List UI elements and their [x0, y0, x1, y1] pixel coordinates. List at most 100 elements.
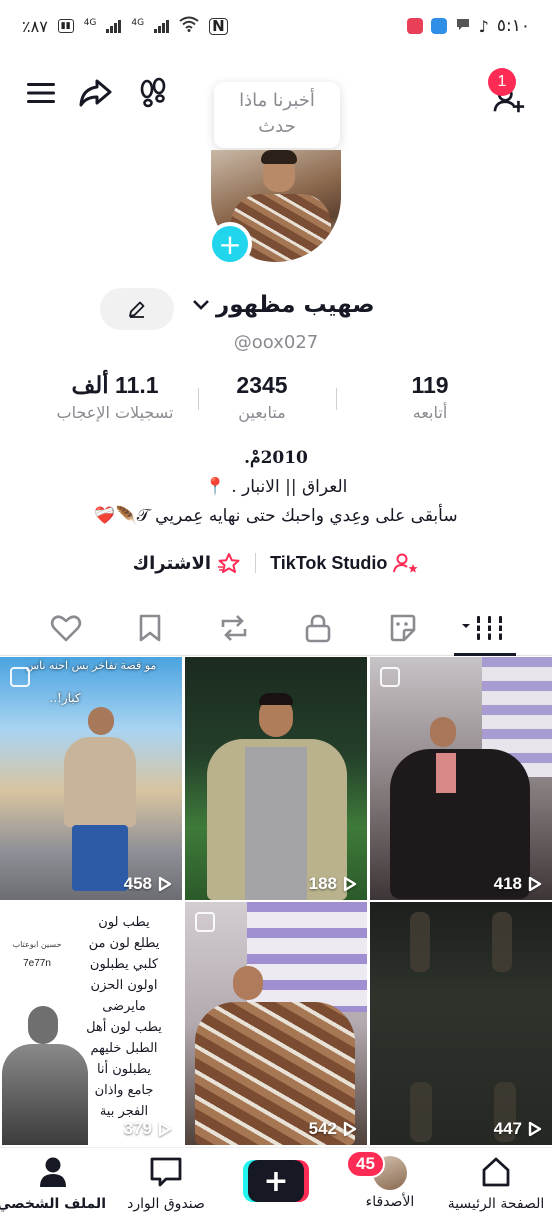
stats-row: 11.1 ألف تسجيلات الإعجاب 2345 متابعين 11…: [0, 372, 552, 428]
video-grid: 418 188 مو قصة تفاخر بس احنه ناس كبار!..…: [0, 657, 552, 1147]
play-icon: [158, 876, 172, 892]
chat-bubble-icon: [455, 16, 471, 36]
video-thumbnail[interactable]: 542: [185, 902, 367, 1145]
view-count: 447: [494, 1119, 542, 1139]
video-thumbnail[interactable]: يطب لون يطلع لون من كلبي يطبلون اولون ال…: [0, 902, 182, 1145]
person-hair: [259, 693, 293, 705]
poem-line: اولون الحزن: [90, 978, 158, 993]
profile-icon: [40, 1157, 66, 1187]
stat-followers[interactable]: 2345 متابعين: [212, 372, 312, 422]
person-head: [88, 707, 114, 735]
status-bar: ٪٨٧ ▮▮ 4G 4G N ♪ ٥:١٠: [0, 0, 552, 52]
video-thumbnail[interactable]: 418: [370, 657, 552, 900]
stat-following[interactable]: 119 أتابعه: [384, 372, 476, 422]
create-button[interactable]: +: [243, 1160, 309, 1202]
friends-badge: 45: [346, 1150, 385, 1178]
battery-level: ٪٨٧: [22, 16, 48, 36]
bio-line-3: سأبقى على وعِدي واحبك حتى نهايه عِمريي 𝒯…: [94, 506, 458, 526]
grid-icon: [462, 616, 505, 640]
play-icon: [528, 876, 542, 892]
person-shirt: [436, 753, 456, 793]
tab-liked[interactable]: [46, 608, 86, 648]
poem-line: يطب لون أهل: [86, 1020, 162, 1035]
play-icon: [158, 1121, 172, 1137]
active-tab-indicator: [454, 653, 516, 656]
subscribe-label: الاشتراك: [132, 552, 212, 574]
tab-saved[interactable]: [130, 608, 170, 648]
network-label-2: 4G: [131, 18, 145, 28]
view-count-text: 447: [493, 1119, 522, 1138]
person-silhouette: [410, 912, 430, 972]
view-count-text: 188: [308, 874, 337, 893]
poem-line: يطب لون: [98, 915, 150, 930]
nav-profile[interactable]: الملف الشخصي: [0, 1156, 106, 1212]
notification-badge: 1: [488, 68, 516, 96]
person-head: [28, 1006, 58, 1044]
plus-icon: +: [248, 1160, 304, 1202]
bio-line-1: 2010مْ.: [244, 448, 308, 468]
pinned-icon: [380, 667, 400, 687]
followers-label: متابعين: [238, 403, 286, 422]
status-right: ♪ ٥:١٠: [406, 16, 530, 36]
video-tag-name: حسين ابوعتاب: [12, 940, 62, 949]
status-left: ٪٨٧ ▮▮ 4G 4G N: [22, 16, 228, 36]
notification-app-icon: [406, 18, 423, 34]
tiktok-studio-label: TikTok Studio: [270, 552, 388, 573]
whats-happening-tooltip[interactable]: أخبرنا ماذا حدث: [214, 82, 340, 148]
poem-line: مايرضى: [102, 999, 146, 1014]
tooltip-line-2: حدث: [258, 116, 296, 137]
view-count-text: 379: [123, 1119, 152, 1138]
pinned-icon: [195, 912, 215, 932]
video-thumbnail[interactable]: مو قصة تفاخر بس احنه ناس كبار!.. 458: [0, 657, 182, 900]
chevron-down-icon: [193, 300, 209, 310]
following-count: 119: [411, 372, 449, 398]
nav-inbox[interactable]: صندوق الوارد: [114, 1156, 218, 1212]
lock-icon: [305, 614, 331, 643]
subscribe-link[interactable]: الاشتراك: [133, 552, 242, 574]
poem-line: جامع واذان: [94, 1083, 154, 1098]
tab-private[interactable]: [298, 608, 338, 648]
tab-stickers[interactable]: [382, 608, 422, 648]
share-icon[interactable]: [78, 76, 112, 110]
person-body: [2, 1044, 88, 1145]
nav-home[interactable]: الصفحة الرئيسية: [440, 1156, 552, 1212]
wifi-icon: [179, 16, 199, 36]
poem-line: الطبل خليهم: [90, 1041, 158, 1056]
tab-reposts[interactable]: [214, 608, 254, 648]
star-icon: [218, 553, 240, 573]
tooltip-line-1: أخبرنا ماذا: [239, 90, 315, 111]
username: @oox027: [233, 332, 319, 353]
view-count-text: 418: [493, 874, 522, 893]
poem-line: كلبي يطبلون: [89, 957, 159, 972]
video-thumbnail[interactable]: 447: [370, 902, 552, 1145]
view-count: 418: [494, 874, 542, 894]
nav-home-label: الصفحة الرئيسية: [447, 1196, 545, 1212]
heart-icon: [50, 615, 82, 642]
edit-profile-button[interactable]: [100, 288, 174, 330]
video-tag-handle: 7e77n: [23, 958, 51, 969]
signal-icon: [106, 19, 122, 33]
person-jeans: [72, 825, 128, 891]
nav-profile-label: الملف الشخصي: [0, 1196, 106, 1212]
signal-icon: [154, 19, 170, 33]
add-story-button[interactable]: +: [208, 222, 252, 266]
display-name-text: صهيب مظهور: [216, 292, 375, 318]
footprints-icon[interactable]: [136, 76, 170, 110]
stat-divider: [336, 388, 337, 410]
nav-friends-label: الأصدقاء: [365, 1194, 415, 1210]
play-icon: [528, 1121, 542, 1137]
repost-icon: [221, 615, 247, 641]
profile-header: أخبرنا ماذا حدث 1: [0, 62, 552, 148]
menu-icon[interactable]: [24, 76, 58, 110]
following-label: أتابعه: [412, 403, 448, 422]
person-silhouette: [410, 1082, 432, 1142]
video-thumbnail[interactable]: 188: [185, 657, 367, 900]
person-shirt: [245, 747, 307, 900]
tab-videos[interactable]: [456, 608, 514, 648]
display-name[interactable]: صهيب مظهور: [192, 292, 375, 318]
tiktok-studio-link[interactable]: TikTok Studio: [270, 552, 419, 574]
video-poem: يطب لون يطلع لون من كلبي يطبلون اولون ال…: [74, 912, 174, 1122]
stat-likes[interactable]: 11.1 ألف تسجيلات الإعجاب: [40, 372, 190, 422]
nav-inbox-label: صندوق الوارد: [127, 1196, 205, 1212]
person-head: [233, 966, 263, 1000]
